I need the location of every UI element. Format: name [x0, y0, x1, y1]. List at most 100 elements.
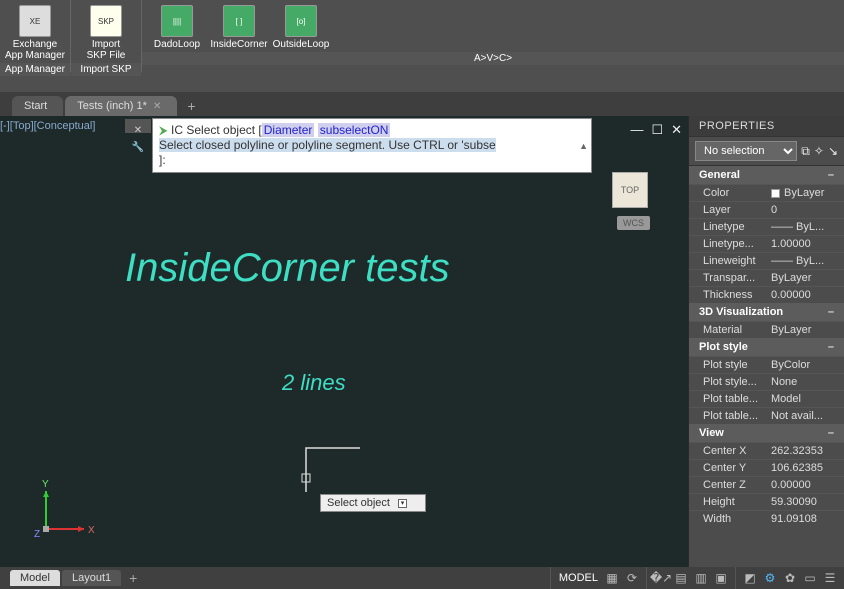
outsideloop-button[interactable]: [o] OutsideLoop [270, 3, 332, 52]
prop-value[interactable]: ByLayer [767, 187, 844, 199]
close-icon[interactable]: ✕ [153, 101, 161, 112]
properties-header[interactable]: PROPERTIES [689, 116, 844, 137]
prop-row[interactable]: Linetype—— ByL... [689, 218, 844, 235]
prop-value[interactable]: ByLayer [767, 324, 844, 336]
prop-key: Lineweight [703, 255, 767, 267]
settings-gear-icon[interactable]: ✿ [782, 570, 798, 586]
annotation-scale-icon[interactable]: �⁠↗ [653, 570, 669, 586]
modelspace-label[interactable]: MODEL [557, 572, 600, 584]
prop-row[interactable]: Thickness0.00000 [689, 286, 844, 303]
prop-value[interactable]: ByLayer [767, 272, 844, 284]
command-panel[interactable]: ✕ 🔧 ⮞ IC Select object [Diameter subsele… [152, 118, 592, 173]
prop-row[interactable]: Layer0 [689, 201, 844, 218]
drawing-geometry[interactable] [300, 442, 370, 502]
command-lines[interactable]: ⮞ IC Select object [Diameter subselectON… [153, 119, 591, 172]
annotation-visibility-icon[interactable]: ▤ [673, 570, 689, 586]
pick-add-icon[interactable]: ✧ [814, 144, 824, 158]
tab-label: Tests (inch) 1* [77, 100, 147, 112]
props-category-3d-visualization[interactable]: 3D Visualization– [689, 303, 844, 321]
prop-row[interactable]: Plot table...Model [689, 390, 844, 407]
annotation-auto-icon[interactable]: ▥ [693, 570, 709, 586]
props-category-view[interactable]: View– [689, 424, 844, 442]
tooltip-dropdown-icon[interactable]: ▾ [398, 499, 407, 508]
ribbon-label: Exchange App Manager [5, 39, 65, 61]
prop-row[interactable]: Center Y106.62385 [689, 459, 844, 476]
prop-row[interactable]: Plot table...Not avail... [689, 407, 844, 424]
prop-value[interactable]: ByColor [767, 359, 844, 371]
insidecorner-button[interactable]: [ ] InsideCorner [208, 3, 270, 52]
import-skp-button[interactable]: SKP Import SKP File [75, 3, 137, 63]
exchange-icon: XE [19, 5, 51, 37]
ribbon-group-label: A>V>C> [142, 52, 844, 65]
tab-tests-inch[interactable]: Tests (inch) 1* ✕ [65, 96, 177, 116]
prop-key: Material [703, 324, 767, 336]
command-keyword[interactable]: subselectON [318, 123, 391, 137]
skp-icon: SKP [90, 5, 122, 37]
wcs-button[interactable]: WCS [617, 216, 650, 230]
minimize-button[interactable]: — [630, 122, 643, 138]
quick-select-icon[interactable]: ⧉ [801, 144, 810, 159]
drawing-canvas[interactable]: [-][Top][Conceptual] ✕ 🔧 ⮞ IC Select obj… [0, 116, 688, 567]
workspace-switch-icon[interactable]: ▣ [713, 570, 729, 586]
prop-row[interactable]: Transpar...ByLayer [689, 269, 844, 286]
exchange-app-manager-button[interactable]: XE Exchange App Manager [4, 3, 66, 63]
prop-value[interactable]: 1.00000 [767, 238, 844, 250]
properties-selection-row: No selection ⧉ ✧ ↘ [689, 137, 844, 166]
dadoloop-button[interactable]: |||| DadoLoop [146, 3, 208, 52]
prop-row[interactable]: Center Z0.00000 [689, 476, 844, 493]
clean-screen-icon[interactable]: ▭ [802, 570, 818, 586]
prop-value[interactable]: —— ByL... [767, 221, 844, 233]
prop-value[interactable]: 0.00000 [767, 289, 844, 301]
add-tab-button[interactable]: + [179, 96, 203, 116]
prop-key: Plot table... [703, 393, 767, 405]
prop-value[interactable]: 0.00000 [767, 479, 844, 491]
prop-row[interactable]: ColorByLayer [689, 184, 844, 201]
refresh-icon[interactable]: ⟳ [624, 570, 640, 586]
command-text: IC Select object [ [171, 123, 262, 137]
prop-value[interactable]: Model [767, 393, 844, 405]
isolate-icon[interactable]: ◩ [742, 570, 758, 586]
prop-key: Color [703, 187, 767, 199]
command-panel-handle[interactable]: ✕ 🔧 [125, 119, 151, 133]
prop-value[interactable]: 262.32353 [767, 445, 844, 457]
props-category-general[interactable]: General– [689, 166, 844, 184]
prop-row[interactable]: Linetype...1.00000 [689, 235, 844, 252]
prop-row[interactable]: Plot style...None [689, 373, 844, 390]
prop-value[interactable]: —— ByL... [767, 255, 844, 267]
prop-key: Height [703, 496, 767, 508]
ribbon-group-label: Import SKP [71, 63, 141, 76]
add-layout-button[interactable]: + [123, 570, 143, 586]
prop-row[interactable]: MaterialByLayer [689, 321, 844, 338]
scroll-up-icon[interactable]: ▲ [579, 139, 588, 154]
prop-row[interactable]: Width91.09108 [689, 510, 844, 527]
prop-value[interactable]: 0 [767, 204, 844, 216]
props-category-plot-style[interactable]: Plot style– [689, 338, 844, 356]
command-keyword[interactable]: Diameter [262, 123, 315, 137]
prop-value[interactable]: 106.62385 [767, 462, 844, 474]
close-button[interactable]: ✕ [671, 122, 682, 138]
prop-value[interactable]: 91.09108 [767, 513, 844, 525]
select-objects-icon[interactable]: ↘ [828, 144, 838, 158]
wrench-icon[interactable]: 🔧 [132, 142, 144, 153]
grid-icon[interactable]: ▦ [604, 570, 620, 586]
prop-row[interactable]: Lineweight—— ByL... [689, 252, 844, 269]
close-icon[interactable]: ✕ [134, 125, 142, 136]
selection-dropdown[interactable]: No selection [695, 141, 797, 161]
ribbon-group-avc: |||| DadoLoop [ ] InsideCorner [o] Outsi… [142, 0, 844, 72]
ribbon-label: DadoLoop [154, 39, 200, 50]
customize-icon[interactable]: ☰ [822, 570, 838, 586]
prop-value[interactable]: Not avail... [767, 410, 844, 422]
prop-row[interactable]: Height59.30090 [689, 493, 844, 510]
viewcube[interactable]: TOP [612, 172, 648, 208]
prop-value[interactable]: 59.30090 [767, 496, 844, 508]
hardware-accel-icon[interactable]: ⚙ [762, 570, 778, 586]
tab-start[interactable]: Start [12, 96, 63, 116]
tab-layout1[interactable]: Layout1 [62, 570, 121, 586]
maximize-button[interactable]: ☐ [651, 122, 663, 138]
prop-row[interactable]: Center X262.32353 [689, 442, 844, 459]
prop-value[interactable]: None [767, 376, 844, 388]
ucs-icon[interactable]: X Y Z [28, 477, 98, 547]
view-tag[interactable]: [-][Top][Conceptual] [0, 120, 95, 132]
prop-row[interactable]: Plot styleByColor [689, 356, 844, 373]
tab-model[interactable]: Model [10, 570, 60, 586]
